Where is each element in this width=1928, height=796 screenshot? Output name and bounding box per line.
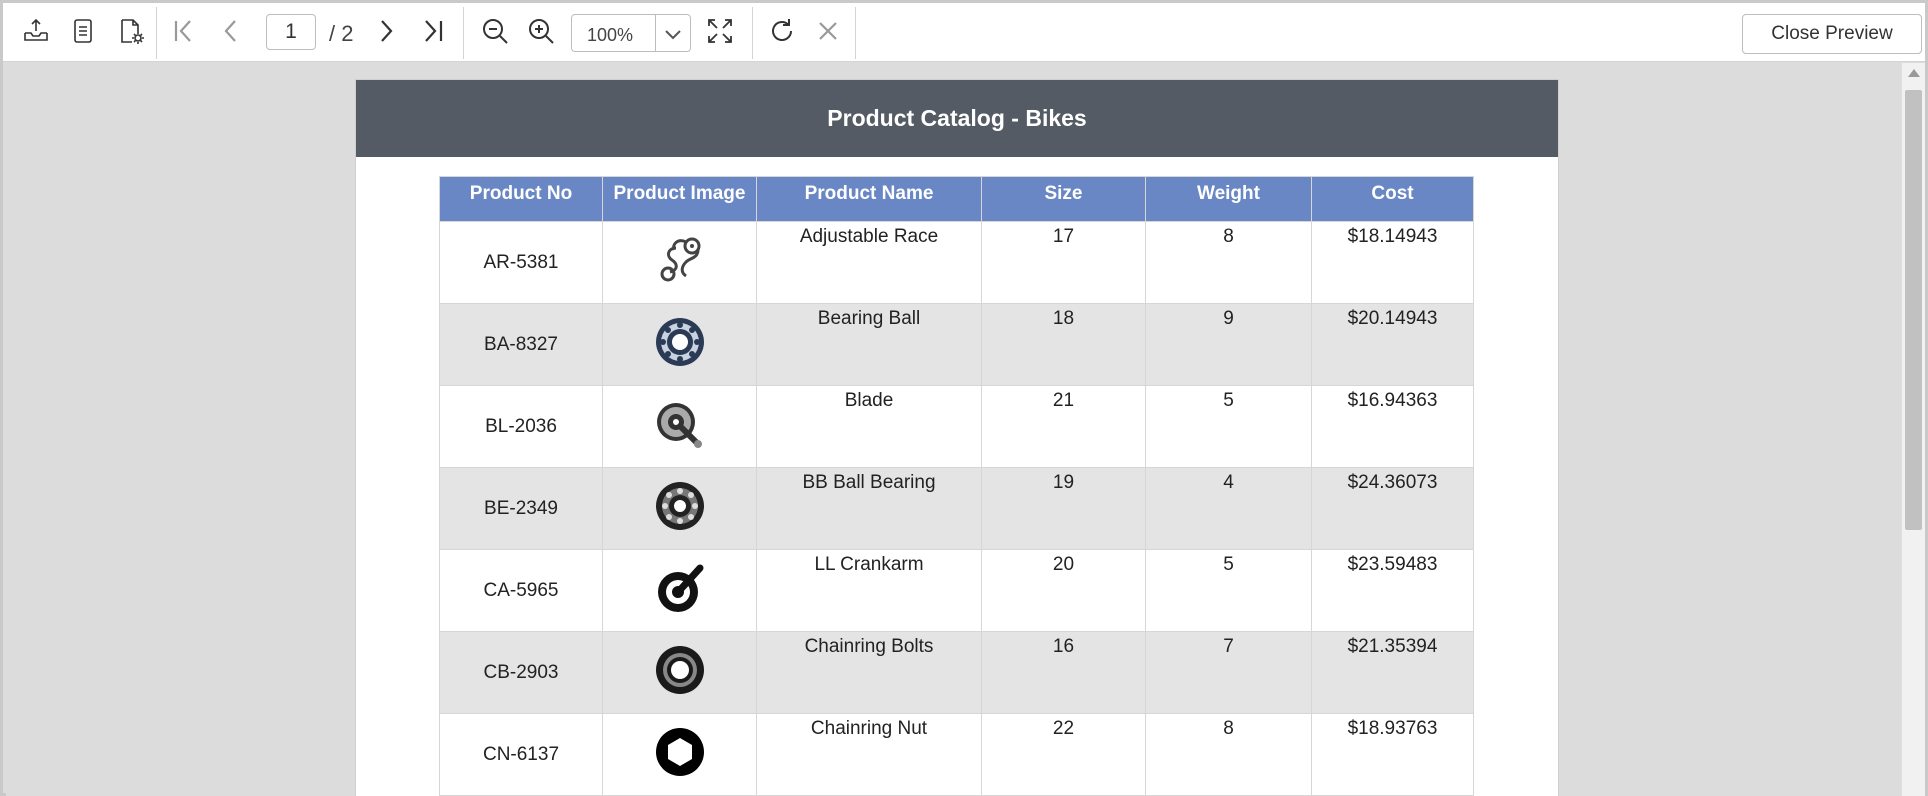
product-no: AR-5381	[439, 221, 603, 304]
product-size: 20	[981, 549, 1146, 632]
zoom-level-dropdown[interactable]: 100%	[571, 14, 691, 52]
first-page-icon[interactable]	[166, 13, 202, 49]
table-row: BE-2349 BB Ball Bearing 19 4 $24.36073	[439, 467, 1474, 550]
report-viewer-toolbar: / 2 100% Close Preview	[3, 3, 1925, 62]
column-header: Size	[981, 176, 1146, 222]
product-no: CA-5965	[439, 549, 603, 632]
report-viewer-canvas: Product Catalog - Bikes Product No Produ…	[6, 63, 1902, 796]
product-size: 18	[981, 303, 1146, 386]
product-no: BL-2036	[439, 385, 603, 468]
product-name: Adjustable Race	[756, 221, 982, 304]
previous-page-icon[interactable]	[213, 13, 249, 49]
product-weight: 9	[1145, 303, 1312, 386]
chainring-icon	[655, 645, 704, 694]
product-no: CB-2903	[439, 631, 603, 714]
zoom-level-value: 100%	[587, 25, 634, 45]
column-header: Cost	[1311, 176, 1474, 222]
scrollbar-thumb[interactable]	[1905, 90, 1922, 530]
product-cost: $18.93763	[1311, 713, 1474, 796]
document-map-icon[interactable]	[65, 13, 101, 49]
table-row: CN-6137 Chainring Nut 22 8 $18.93763	[439, 713, 1474, 796]
product-size: 19	[981, 467, 1146, 550]
export-icon[interactable]	[18, 13, 54, 49]
stop-icon[interactable]	[810, 13, 846, 49]
table-row: AR-5381 Adjustable Race 17 8 $18.14943	[439, 221, 1474, 304]
fit-page-icon[interactable]	[702, 13, 738, 49]
refresh-icon[interactable]	[764, 13, 800, 49]
last-page-icon[interactable]	[415, 13, 451, 49]
product-weight: 7	[1145, 631, 1312, 714]
product-cost: $20.14943	[1311, 303, 1474, 386]
crankset-icon	[656, 402, 702, 448]
column-header: Product No	[439, 176, 603, 222]
column-header: Product Name	[756, 176, 982, 222]
product-cost: $24.36073	[1311, 467, 1474, 550]
report-title: Product Catalog - Bikes	[356, 80, 1558, 157]
product-weight: 8	[1145, 713, 1312, 796]
product-no: BE-2349	[439, 467, 603, 550]
product-cost: $21.35394	[1311, 631, 1474, 714]
page-setup-icon[interactable]	[113, 13, 149, 49]
product-size: 21	[981, 385, 1146, 468]
column-header: Product Image	[602, 176, 757, 222]
table-row: BA-8327 Bearing Ball 18 9 $20.14943	[439, 303, 1474, 386]
product-table: Product No Product Image Product Name Si…	[439, 176, 1474, 796]
product-weight: 8	[1145, 221, 1312, 304]
ball-bearing-icon	[655, 481, 704, 530]
chain-derailleur-icon	[660, 237, 700, 281]
vertical-scrollbar[interactable]	[1901, 63, 1925, 796]
table-header-row: Product No Product Image Product Name Si…	[439, 176, 1474, 222]
product-name: Chainring Nut	[756, 713, 982, 796]
page-total-label: / 2	[329, 21, 354, 46]
hex-nut-icon	[655, 727, 704, 776]
product-name: LL Crankarm	[756, 549, 982, 632]
close-preview-button[interactable]: Close Preview	[1742, 14, 1922, 54]
product-weight: 5	[1145, 385, 1312, 468]
product-weight: 4	[1145, 467, 1312, 550]
product-cost: $16.94363	[1311, 385, 1474, 468]
crankarm-icon	[657, 564, 703, 612]
product-size: 22	[981, 713, 1146, 796]
table-row: BL-2036 Blade 21 5 $16.94363	[439, 385, 1474, 468]
product-name: Blade	[756, 385, 982, 468]
product-name: Bearing Ball	[756, 303, 982, 386]
product-name: BB Ball Bearing	[756, 467, 982, 550]
product-size: 16	[981, 631, 1146, 714]
table-row: CB-2903 Chainring Bolts 16 7 $21.35394	[439, 631, 1474, 714]
product-no: CN-6137	[439, 713, 603, 796]
product-cost: $18.14943	[1311, 221, 1474, 304]
column-header: Weight	[1145, 176, 1312, 222]
report-page: Product Catalog - Bikes Product No Produ…	[355, 79, 1559, 796]
zoom-out-icon[interactable]	[477, 13, 513, 49]
product-size: 17	[981, 221, 1146, 304]
chevron-down-icon[interactable]	[660, 21, 686, 47]
product-weight: 5	[1145, 549, 1312, 632]
next-page-icon[interactable]	[368, 13, 404, 49]
table-row: CA-5965 LL Crankarm 20 5 $23.59483	[439, 549, 1474, 632]
product-name: Chainring Bolts	[756, 631, 982, 714]
bearing-ball-icon	[655, 317, 704, 366]
page-number-input[interactable]	[266, 14, 316, 50]
scroll-up-arrow-icon[interactable]	[1908, 69, 1920, 77]
product-cost: $23.59483	[1311, 549, 1474, 632]
zoom-in-icon[interactable]	[523, 13, 559, 49]
product-no: BA-8327	[439, 303, 603, 386]
